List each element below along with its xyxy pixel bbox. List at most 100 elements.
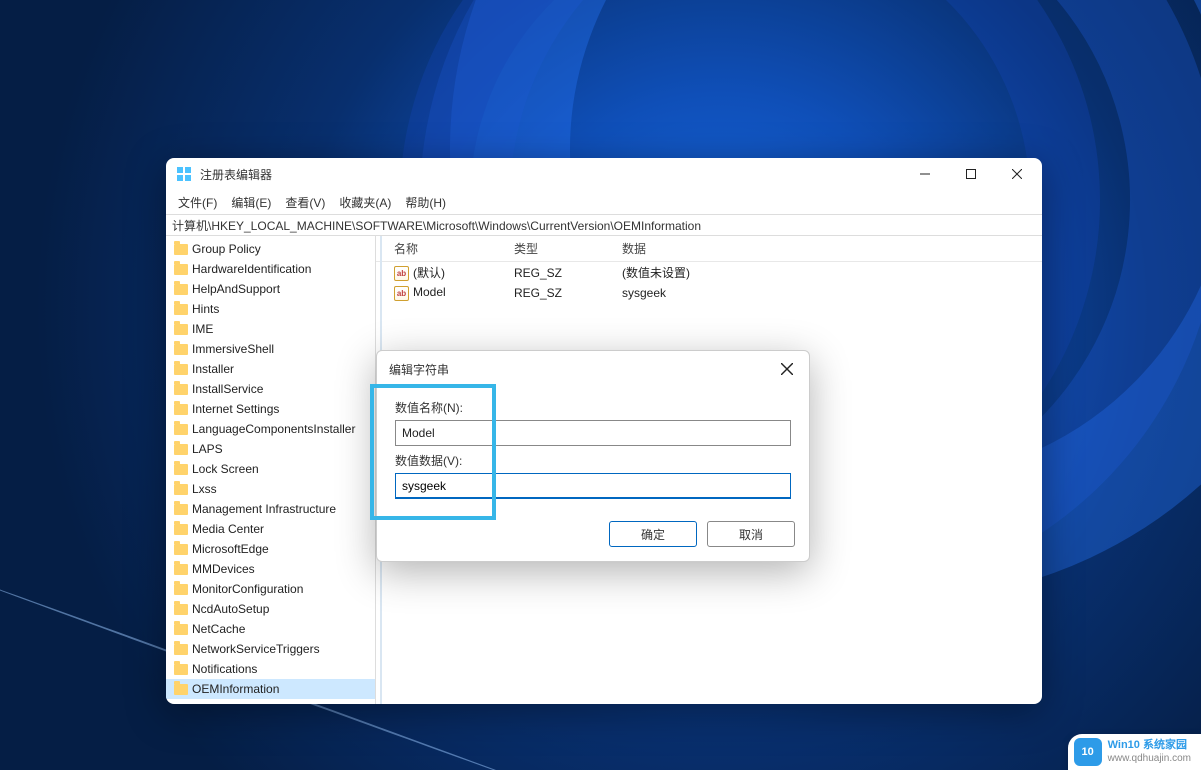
tree-item[interactable]: NetworkServiceTriggers [166, 639, 375, 659]
tree-item[interactable]: Notifications [166, 659, 375, 679]
folder-icon [174, 244, 188, 255]
close-button[interactable] [994, 158, 1040, 190]
tree-item[interactable]: NetCache [166, 619, 375, 639]
tree-item[interactable]: Lxss [166, 479, 375, 499]
address-text: 计算机\HKEY_LOCAL_MACHINE\SOFTWARE\Microsof… [172, 217, 701, 234]
titlebar[interactable]: 注册表编辑器 [166, 158, 1042, 190]
tree-panel[interactable]: Group Policy HardwareIdentification HelpAn… [166, 236, 376, 704]
tree-item-label: NcdAutoSetup [192, 600, 269, 618]
folder-icon [174, 404, 188, 415]
col-header-data[interactable]: 数据 [614, 236, 1042, 261]
tree-item[interactable]: Media Center [166, 519, 375, 539]
folder-icon [174, 444, 188, 455]
value-data: (数值未设置) [614, 262, 1042, 283]
watermark-badge: 10 [1074, 738, 1102, 766]
tree-item[interactable]: MicrosoftEdge [166, 539, 375, 559]
tree-item-label: MMDevices [192, 560, 255, 578]
tree-item[interactable]: LanguageComponentsInstaller [166, 419, 375, 439]
tree-item[interactable]: LAPS [166, 439, 375, 459]
grid-row[interactable]: ab Model REG_SZsysgeek [376, 283, 1042, 302]
tree-item-label: NetworkServiceTriggers [192, 640, 320, 658]
address-bar[interactable]: 计算机\HKEY_LOCAL_MACHINE\SOFTWARE\Microsof… [166, 214, 1042, 236]
value-name: Model [413, 285, 446, 299]
col-header-name[interactable]: 名称 [386, 236, 506, 261]
folder-icon [174, 484, 188, 495]
grid-row[interactable]: ab(默认)REG_SZ(数值未设置) [376, 262, 1042, 283]
tree-item[interactable]: IME [166, 319, 375, 339]
folder-icon [174, 324, 188, 335]
minimize-button[interactable] [902, 158, 948, 190]
tree-item[interactable]: InstallService [166, 379, 375, 399]
tree-item[interactable]: MMDevices [166, 559, 375, 579]
tree-item-label: Media Center [192, 520, 264, 538]
tree-item[interactable]: Installer [166, 359, 375, 379]
tree-item[interactable]: MonitorConfiguration [166, 579, 375, 599]
folder-icon [174, 644, 188, 655]
dialog-title: 编辑字符串 [389, 361, 777, 378]
ok-button[interactable]: 确定 [609, 521, 697, 547]
folder-icon [174, 464, 188, 475]
folder-icon [174, 584, 188, 595]
menu-help[interactable]: 帮助(H) [399, 192, 452, 213]
value-name: (默认) [413, 266, 445, 280]
string-value-icon: ab [394, 286, 409, 301]
tree-item-label: Group Policy [192, 240, 261, 258]
grid-header: 名称 类型 数据 [376, 236, 1042, 262]
tree-item-label: LanguageComponentsInstaller [192, 420, 355, 438]
tree-item[interactable]: Hints [166, 299, 375, 319]
tree-item-label: Lock Screen [192, 460, 259, 478]
folder-icon [174, 304, 188, 315]
folder-icon [174, 504, 188, 515]
tree-item[interactable]: HardwareIdentification [166, 259, 375, 279]
tree-item-label: HardwareIdentification [192, 260, 311, 278]
cancel-button[interactable]: 取消 [707, 521, 795, 547]
tree-item-label: OEMInformation [192, 680, 279, 698]
tree-item[interactable]: Lock Screen [166, 459, 375, 479]
value-data: sysgeek [614, 284, 1042, 302]
value-name-label: 数值名称(N): [395, 399, 791, 416]
value-data-label: 数值数据(V): [395, 452, 791, 469]
tree-item[interactable]: Group Policy [166, 239, 375, 259]
menu-edit[interactable]: 编辑(E) [225, 192, 277, 213]
folder-icon [174, 364, 188, 375]
menu-file[interactable]: 文件(F) [172, 192, 223, 213]
folder-icon [174, 384, 188, 395]
tree-item[interactable]: HelpAndSupport [166, 279, 375, 299]
folder-icon [174, 604, 188, 615]
tree-item-label: InstallService [192, 380, 263, 398]
tree-item-label: MicrosoftEdge [192, 540, 269, 558]
tree-item-label: Management Infrastructure [192, 500, 336, 518]
value-name-input[interactable] [395, 420, 791, 446]
tree-item[interactable]: OEMInformation [166, 679, 375, 699]
menu-fav[interactable]: 收藏夹(A) [333, 192, 397, 213]
tree-item[interactable]: ImmersiveShell [166, 339, 375, 359]
window-title: 注册表编辑器 [200, 166, 902, 183]
tree-item-label: HelpAndSupport [192, 280, 280, 298]
menu-view[interactable]: 查看(V) [279, 192, 331, 213]
tree-item-label: NetCache [192, 620, 245, 638]
tree-item[interactable]: NcdAutoSetup [166, 599, 375, 619]
tree-item[interactable]: Management Infrastructure [166, 499, 375, 519]
folder-icon [174, 524, 188, 535]
folder-icon [174, 684, 188, 695]
folder-icon [174, 624, 188, 635]
tree-item-label: IME [192, 320, 213, 338]
tree-item-label: Hints [192, 300, 219, 318]
folder-icon [174, 544, 188, 555]
tree-item[interactable]: Internet Settings [166, 399, 375, 419]
value-data-input[interactable] [395, 473, 791, 499]
tree-item-label: Notifications [192, 660, 257, 678]
folder-icon [174, 564, 188, 575]
menubar: 文件(F) 编辑(E) 查看(V) 收藏夹(A) 帮助(H) [166, 190, 1042, 214]
edit-string-dialog: 编辑字符串 数值名称(N): 数值数据(V): 确定 取消 [376, 350, 810, 562]
tree-item-label: ImmersiveShell [192, 340, 274, 358]
col-header-type[interactable]: 类型 [506, 236, 614, 261]
tree-item-label: Installer [192, 360, 234, 378]
watermark-line2: www.qdhuajin.com [1108, 752, 1191, 765]
tree-item-label: Internet Settings [192, 400, 279, 418]
dialog-close-button[interactable] [777, 359, 797, 379]
watermark-line1: Win10 系统家园 [1108, 739, 1191, 752]
string-value-icon: ab [394, 266, 409, 281]
value-type: REG_SZ [506, 284, 614, 302]
maximize-button[interactable] [948, 158, 994, 190]
